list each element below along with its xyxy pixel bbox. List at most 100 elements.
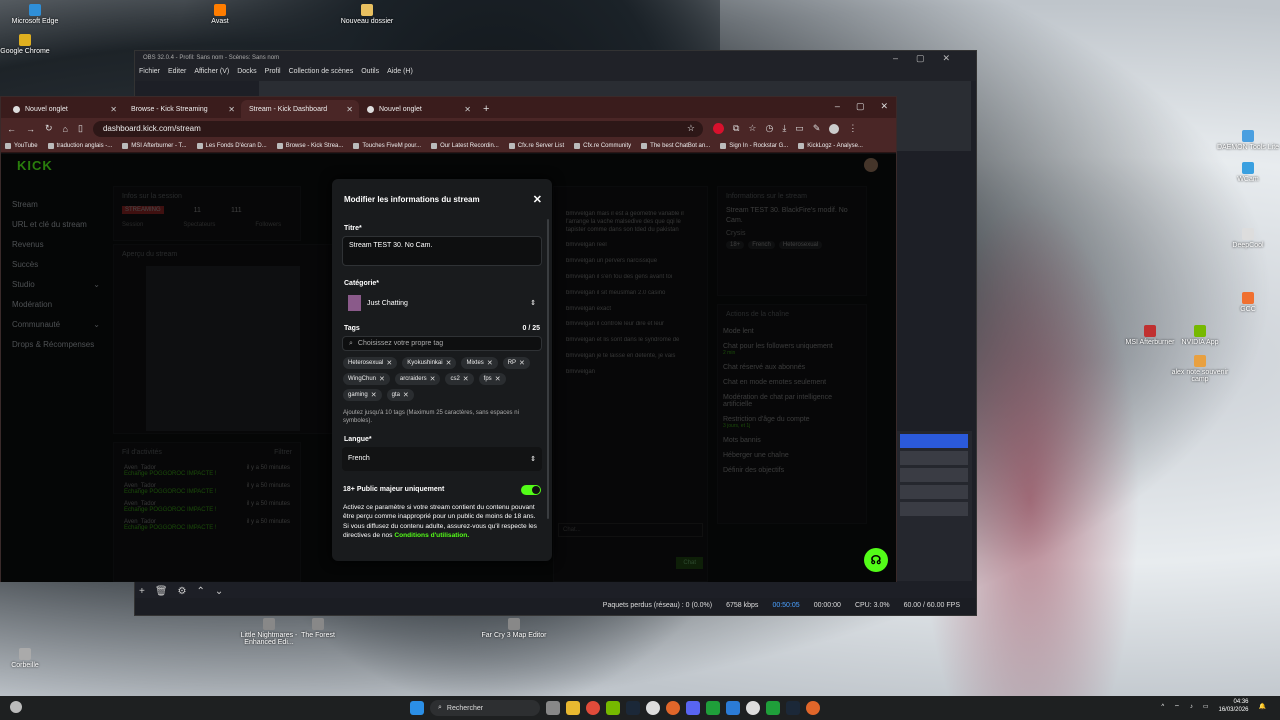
adult-toggle[interactable] <box>521 484 541 495</box>
bookmark-item[interactable]: MSI Afterburner - T... <box>122 140 187 151</box>
menu-icon[interactable]: ⋮ <box>848 123 857 134</box>
sidebar-icon[interactable]: ▯ <box>78 123 83 134</box>
desktop-shortcut[interactable]: Avast <box>185 4 255 25</box>
tags-search-input[interactable]: ⌕ Choisissez votre propre tag <box>342 336 542 351</box>
tab-close-icon[interactable]: ✕ <box>228 105 235 114</box>
remove-tag-icon[interactable]: ✕ <box>495 375 501 383</box>
desktop-shortcut[interactable]: Far Cry 3 Map Editor <box>479 618 549 639</box>
close-icon[interactable]: ✕ <box>533 193 542 206</box>
back-icon[interactable]: ← <box>7 124 16 134</box>
file-explorer-icon[interactable] <box>566 701 580 715</box>
desktop-shortcut[interactable]: GCC <box>1213 292 1280 313</box>
widgets-icon[interactable] <box>10 701 22 713</box>
network-icon[interactable]: ⌔ <box>1174 703 1180 711</box>
tag-chip[interactable]: Kyokushinkai ✕ <box>402 357 457 369</box>
desktop-shortcut[interactable]: Google Chrome <box>0 34 60 55</box>
address-bar[interactable]: dashboard.kick.com/stream ☆ <box>92 120 703 137</box>
history-icon[interactable]: ◷ <box>765 123 773 134</box>
discord-icon[interactable] <box>686 701 700 715</box>
clock[interactable]: 04:36 16/03/2026 <box>1218 699 1248 715</box>
obs-icon[interactable] <box>646 701 660 715</box>
desktop-shortcut[interactable]: NVIDIA App <box>1165 325 1235 346</box>
tag-chip[interactable]: WingChun ✕ <box>343 373 390 385</box>
close-window-icon[interactable]: ✕ <box>880 101 888 112</box>
desktop-shortcut[interactable]: DeepCool <box>1213 228 1280 249</box>
desktop-shortcut[interactable]: alex note souvenir camp <box>1165 355 1235 383</box>
tag-chip[interactable]: arcraiders ✕ <box>394 373 441 385</box>
desktop-shortcut[interactable]: WCam <box>1213 162 1280 183</box>
tag-chip[interactable]: Mixtes ✕ <box>461 357 498 369</box>
remove-tag-icon[interactable]: ✕ <box>463 375 469 383</box>
desktop-shortcut[interactable]: Nouveau dossier <box>332 4 402 25</box>
cast-icon[interactable]: ▭ <box>795 123 804 134</box>
reload-icon[interactable]: ↻ <box>45 123 53 134</box>
obs-control-row[interactable] <box>900 451 968 465</box>
up-icon[interactable]: ⌃ <box>197 586 205 597</box>
bookmark-item[interactable]: Browse - Kick Strea... <box>276 140 343 151</box>
remove-tag-icon[interactable]: ✕ <box>371 391 377 399</box>
puzzle-icon[interactable]: ✎ <box>813 123 821 134</box>
xbox-icon[interactable] <box>706 701 720 715</box>
obs-menu-item[interactable]: Afficher (V) <box>194 68 229 79</box>
desktop-shortcut[interactable]: Microsoft Edge <box>0 4 70 25</box>
trash-icon[interactable]: 🗑 <box>155 586 168 597</box>
bookmark-item[interactable]: Touches FiveM pour... <box>353 140 421 151</box>
obs-menu-item[interactable]: Aide (H) <box>387 68 413 79</box>
desktop-shortcut[interactable]: Corbeille <box>0 648 60 669</box>
obs-control-row[interactable] <box>900 502 968 516</box>
modal-scrollbar[interactable] <box>547 219 549 519</box>
volume-icon[interactable]: ♪ <box>1190 704 1193 710</box>
obs-menu-item[interactable]: Docks <box>237 68 256 79</box>
tab-close-icon[interactable]: ✕ <box>346 105 353 114</box>
obs-menu-item[interactable]: Profil <box>265 68 281 79</box>
github-icon[interactable] <box>746 701 760 715</box>
terms-link[interactable]: Conditions d'utilisation. <box>394 532 469 539</box>
xbox-app-icon[interactable] <box>766 701 780 715</box>
new-tab-button[interactable]: + <box>477 103 495 118</box>
obs-control-row[interactable] <box>900 485 968 499</box>
bookmark-item[interactable]: Les Fonds D'écran D... <box>196 140 267 151</box>
maximize-icon[interactable]: ▢ <box>856 101 865 112</box>
bookmark-item[interactable]: Sign In - Rockstar G... <box>720 140 788 151</box>
obs-menu-item[interactable]: Collection de scènes <box>289 68 354 79</box>
tag-chip[interactable]: gaming ✕ <box>343 389 382 401</box>
browser-tab[interactable]: Nouvel onglet ✕ <box>5 100 123 118</box>
minimize-icon[interactable]: – <box>835 101 840 112</box>
forward-icon[interactable]: → <box>26 124 35 134</box>
app-icon[interactable] <box>726 701 740 715</box>
remove-tag-icon[interactable]: ✕ <box>519 359 525 367</box>
tab-close-icon[interactable]: ✕ <box>110 105 117 114</box>
home-icon[interactable]: ⌂ <box>63 124 68 134</box>
extension-icon[interactable]: ⧉ <box>733 123 739 134</box>
tag-chip[interactable]: fps ✕ <box>478 373 506 385</box>
bookmark-item[interactable]: Our Latest Recordin... <box>431 140 499 151</box>
tag-chip[interactable]: gta ✕ <box>386 389 414 401</box>
bookmark-item[interactable]: Cfx.re Community <box>574 140 631 151</box>
bookmark-star-icon[interactable]: ☆ <box>687 123 695 134</box>
obs-control-row[interactable] <box>900 468 968 482</box>
obs-menu-item[interactable]: Editer <box>168 68 186 79</box>
taskbar-search[interactable]: ⌕ Rechercher <box>430 700 540 716</box>
bookmark-item[interactable]: YouTube <box>5 140 38 151</box>
tag-chip[interactable]: Heterosexual ✕ <box>343 357 398 369</box>
firefox-icon[interactable] <box>666 701 680 715</box>
remove-tag-icon[interactable]: ✕ <box>386 359 392 367</box>
title-input[interactable]: Stream TEST 30. No Cam. <box>342 236 542 266</box>
filter-icon[interactable]: ⚙ <box>178 586 187 597</box>
category-select[interactable]: Just Chatting ⇕ <box>342 291 542 315</box>
add-icon[interactable]: + <box>139 586 145 597</box>
language-select[interactable]: French ⇕ <box>342 446 542 471</box>
bookmark-item[interactable]: Cfx.re Server List <box>508 140 564 151</box>
browser-tab[interactable]: Stream - Kick Dashboard ✕ <box>241 100 359 164</box>
tag-chip[interactable]: RP ✕ <box>502 357 530 369</box>
profile-avatar[interactable] <box>829 123 840 134</box>
browser-tab[interactable]: Nouvel onglet ✕ <box>359 100 477 118</box>
start-icon[interactable] <box>410 701 424 715</box>
remove-tag-icon[interactable]: ✕ <box>487 359 493 367</box>
favorites-icon[interactable]: ☆ <box>748 123 756 134</box>
remove-tag-icon[interactable]: ✕ <box>379 375 385 383</box>
desktop-shortcut[interactable]: The Forest <box>283 618 353 639</box>
remove-tag-icon[interactable]: ✕ <box>430 375 436 383</box>
bookmark-item[interactable]: The best ChatBot an... <box>641 140 710 151</box>
steam-icon[interactable] <box>626 701 640 715</box>
